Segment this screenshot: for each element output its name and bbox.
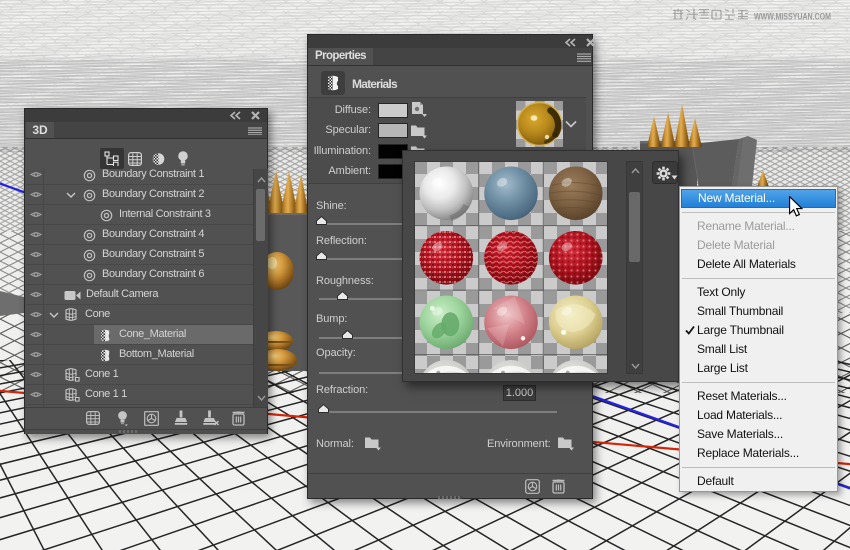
svg-text:WWW.MISSYUAN.COM: WWW.MISSYUAN.COM xyxy=(754,12,831,22)
